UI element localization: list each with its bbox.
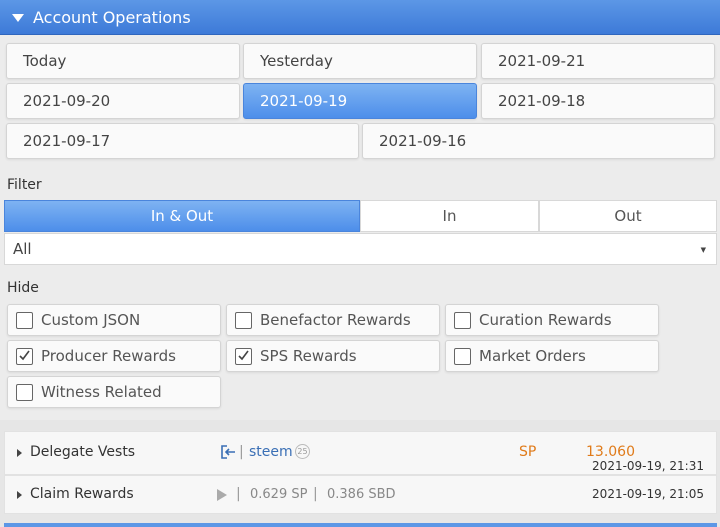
date-button-2021-09-21[interactable]: 2021-09-21 [481, 43, 715, 79]
date-button-2021-09-19[interactable]: 2021-09-19 [243, 83, 477, 119]
collapse-triangle-icon [12, 14, 24, 22]
account-operations-header[interactable]: Account Operations [0, 0, 720, 35]
filter-segment-in[interactable]: In [360, 200, 539, 232]
separator: | [239, 444, 244, 460]
checkbox-unchecked-icon[interactable] [16, 383, 33, 401]
operation-name: Delegate Vests [30, 444, 136, 460]
currency-label: SP [519, 444, 537, 460]
date-button-today[interactable]: Today [6, 43, 240, 79]
account-link[interactable]: steem [249, 444, 293, 460]
filter-label: Filter [7, 177, 42, 193]
operations-list: Delegate Vests | steem 25 SP 13.060 2021… [0, 420, 720, 527]
hide-label: Hide [7, 280, 39, 296]
filter-segment-out[interactable]: Out [539, 200, 717, 232]
operation-type-select[interactable]: All ▼ [4, 233, 717, 265]
timestamp: 2021-09-19, 21:05 [592, 487, 704, 501]
checkbox-checked-icon[interactable] [235, 347, 252, 365]
date-button-yesterday[interactable]: Yesterday [243, 43, 477, 79]
filter-segment-in-out[interactable]: In & Out [4, 200, 360, 232]
checkbox-unchecked-icon[interactable] [235, 311, 252, 329]
sp-reward: 0.629 SP [250, 487, 308, 502]
dropdown-caret-icon: ▼ [700, 246, 706, 254]
hide-checkbox-curation-rewards[interactable]: Curation Rewards [445, 304, 659, 336]
timestamp: 2021-09-19, 21:31 [592, 459, 704, 473]
hide-checkbox-producer-rewards[interactable]: Producer Rewards [7, 340, 221, 372]
expand-triangle-icon[interactable] [17, 491, 22, 499]
reputation-badge: 25 [295, 444, 310, 459]
sbd-reward: 0.386 SBD [327, 487, 396, 502]
checkbox-unchecked-icon[interactable] [454, 311, 471, 329]
hide-checkbox-witness-related[interactable]: Witness Related [7, 376, 221, 408]
date-button-2021-09-18[interactable]: 2021-09-18 [481, 83, 715, 119]
play-icon [217, 489, 227, 501]
delegate-arrow-icon [219, 444, 237, 464]
hide-checkbox-market-orders[interactable]: Market Orders [445, 340, 659, 372]
hide-checkbox-benefactor-rewards[interactable]: Benefactor Rewards [226, 304, 440, 336]
operation-row-delegate-vests[interactable]: Delegate Vests | steem 25 SP 13.060 2021… [4, 431, 717, 475]
header-title: Account Operations [33, 7, 191, 27]
next-row-edge [4, 523, 717, 527]
checkbox-checked-icon[interactable] [16, 347, 33, 365]
checkbox-unchecked-icon[interactable] [454, 347, 471, 365]
date-button-2021-09-20[interactable]: 2021-09-20 [6, 83, 240, 119]
amount-value: 13.060 [586, 444, 635, 460]
operation-name: Claim Rewards [30, 486, 134, 502]
select-value: All [13, 240, 32, 258]
filter-panel: Today Yesterday 2021-09-21 2021-09-20 20… [0, 35, 720, 420]
separator: | [313, 486, 318, 502]
separator: | [236, 486, 241, 502]
date-button-2021-09-16[interactable]: 2021-09-16 [362, 123, 715, 159]
operation-row-claim-rewards[interactable]: Claim Rewards | 0.629 SP | 0.386 SBD 202… [4, 475, 717, 514]
expand-triangle-icon[interactable] [17, 449, 22, 457]
date-button-2021-09-17[interactable]: 2021-09-17 [6, 123, 359, 159]
hide-checkbox-sps-rewards[interactable]: SPS Rewards [226, 340, 440, 372]
checkbox-unchecked-icon[interactable] [16, 311, 33, 329]
hide-checkbox-custom-json[interactable]: Custom JSON [7, 304, 221, 336]
